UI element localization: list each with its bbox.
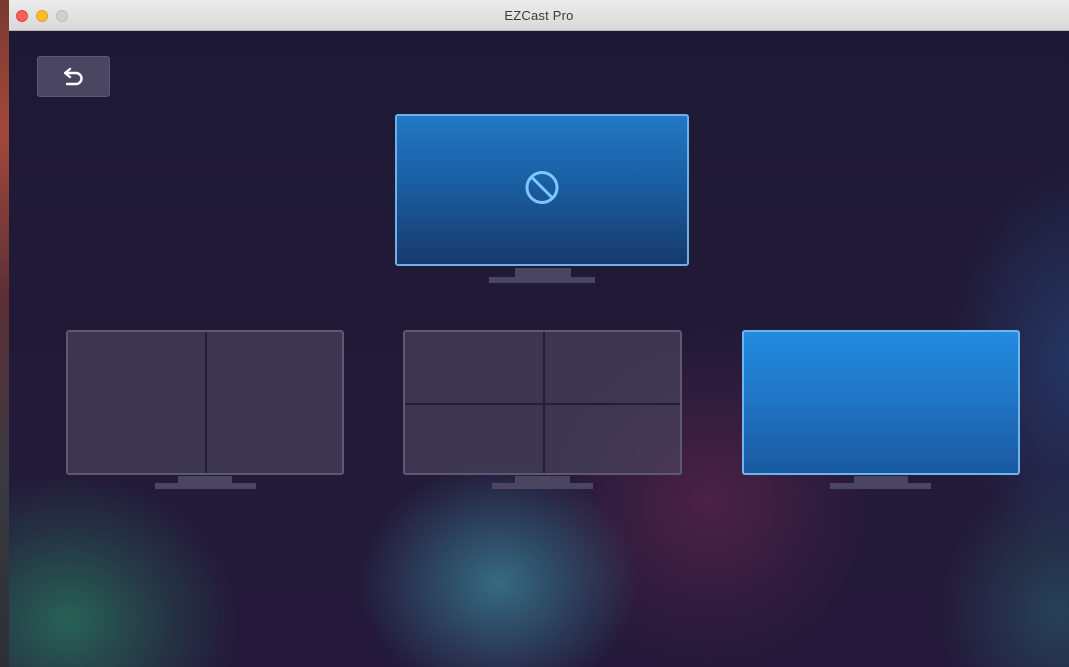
monitor-stand-base [155,483,256,489]
monitor-stand-base [489,277,595,283]
monitor-screen [395,114,689,266]
monitor-screen [403,330,682,475]
split-divider [405,403,680,405]
app-window: EZCast Pro [0,0,1069,667]
layout-single-disabled-monitor[interactable] [395,114,689,286]
monitor-stand-base [492,483,593,489]
title-bar[interactable]: EZCast Pro [9,0,1069,31]
layout-split-two-monitor[interactable] [66,330,344,492]
window-title: EZCast Pro [504,8,574,23]
monitor-stand-neck [854,476,908,483]
monitor-stand-neck [515,268,571,277]
back-button[interactable] [37,56,110,97]
layout-split-four-monitor[interactable] [403,330,682,492]
layout-selection-view [9,31,1069,667]
monitor-stand-neck [515,476,570,483]
monitor-stand-neck [178,476,232,483]
undo-arrow-icon [63,67,85,87]
split-divider [205,332,207,473]
monitor-screen [742,330,1020,475]
monitor-screen [66,330,344,475]
no-entry-icon [524,170,560,211]
monitor-stand-base [830,483,931,489]
desktop-background-edge [0,0,9,667]
layout-full-screen-monitor[interactable] [742,330,1020,492]
